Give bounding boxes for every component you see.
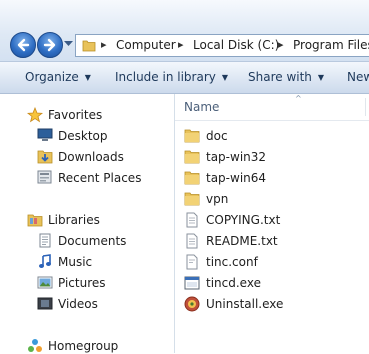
config-file-icon — [186, 254, 198, 270]
column-divider[interactable] — [365, 98, 366, 116]
folder-icon — [184, 192, 200, 206]
breadcrumb-program-files[interactable]: Program Files — [293, 38, 369, 52]
favorites-label: Favorites — [48, 108, 103, 122]
file-name: tinc.conf — [206, 255, 258, 269]
chevron-down-icon: ▼ — [84, 73, 91, 82]
nav-item-label: Downloads — [58, 150, 124, 164]
chevron-down-icon: ▼ — [317, 73, 325, 82]
downloads-folder-icon — [37, 150, 53, 164]
column-header-name[interactable]: Name ^ — [175, 94, 369, 121]
chevron-down-icon: ▼ — [221, 73, 229, 82]
file-name: tincd.exe — [206, 276, 261, 290]
videos-icon — [37, 297, 53, 310]
organize-label: Organize — [25, 70, 79, 84]
application-icon — [184, 276, 200, 290]
nav-item-label: Videos — [58, 297, 98, 311]
breadcrumb-separator[interactable]: ▸ — [278, 38, 284, 51]
documents-icon — [39, 233, 51, 248]
nav-item-label: Recent Places — [58, 171, 142, 185]
back-arrow-icon — [17, 38, 30, 52]
folder-icon — [184, 150, 200, 164]
file-name: README.txt — [206, 234, 278, 248]
uninstall-icon — [184, 296, 200, 312]
nav-item-label: Music — [58, 255, 93, 269]
breadcrumb-separator[interactable]: ▸ — [178, 38, 184, 51]
file-name: tap-win64 — [206, 171, 267, 185]
nav-item-label: Documents — [58, 234, 127, 248]
file-list-pane: Name ^ doc tap-win32 tap-win64 vpn COPYI… — [175, 94, 369, 353]
include-in-library-menu[interactable]: Include in library ▼ — [115, 70, 228, 84]
breadcrumb-computer[interactable]: Computer — [116, 38, 176, 52]
share-label: Share with — [248, 70, 312, 84]
recent-places-icon — [37, 170, 52, 184]
forward-arrow-icon — [43, 38, 56, 52]
music-icon — [39, 254, 51, 268]
share-with-menu[interactable]: Share with ▼ — [248, 70, 324, 84]
nav-item-label: Pictures — [58, 276, 106, 290]
back-button[interactable] — [10, 32, 36, 58]
folder-icon — [82, 40, 96, 52]
file-name: vpn — [206, 192, 229, 206]
desktop-icon — [37, 128, 53, 141]
file-name: COPYING.txt — [206, 213, 281, 227]
star-icon — [27, 107, 43, 123]
forward-button[interactable] — [37, 32, 63, 58]
command-bar: Organize ▼ Include in library ▼ Share with… — [0, 62, 369, 94]
organize-menu[interactable]: Organize ▼ — [25, 70, 91, 84]
address-bar: ▸ Computer ▸ Local Disk (C:) ▸ Program F… — [0, 0, 369, 62]
text-file-icon — [186, 212, 198, 228]
navigation-pane: Favorites Desktop Downloads Recent Place… — [0, 94, 175, 353]
pictures-icon — [37, 276, 53, 289]
text-file-icon — [186, 233, 198, 249]
libraries-label: Libraries — [48, 213, 100, 227]
nav-item-label: Desktop — [58, 129, 108, 143]
homegroup-label: Homegroup — [48, 339, 119, 353]
homegroup-icon — [28, 339, 42, 352]
column-name-label: Name — [184, 100, 220, 114]
new-folder-button[interactable]: New — [347, 70, 369, 84]
breadcrumb-separator[interactable]: ▸ — [101, 38, 107, 51]
folder-icon — [184, 171, 200, 185]
file-name: tap-win32 — [206, 150, 267, 164]
file-name: Uninstall.exe — [206, 297, 284, 311]
include-label: Include in library — [115, 70, 216, 84]
sort-ascending-icon: ^ — [295, 94, 302, 103]
folder-icon — [184, 129, 200, 143]
libraries-icon — [27, 214, 43, 227]
breadcrumb[interactable]: ▸ Computer ▸ Local Disk (C:) ▸ Program F… — [75, 34, 369, 57]
new-label: New — [347, 70, 369, 84]
recent-pages-dropdown-icon[interactable] — [64, 41, 73, 47]
breadcrumb-local-disk[interactable]: Local Disk (C:) — [193, 38, 279, 52]
file-name: doc — [206, 129, 228, 143]
